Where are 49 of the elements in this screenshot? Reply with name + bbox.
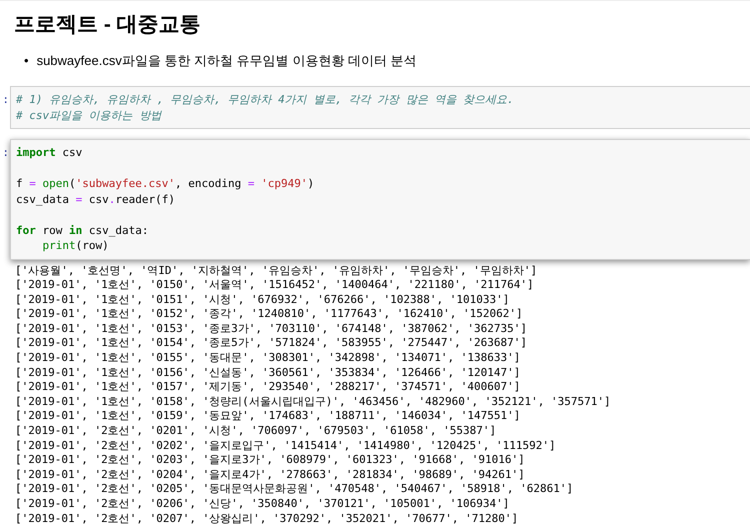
- code-text: (row): [76, 239, 109, 252]
- output-line: ['2019-01', '1호선', '0156', '신설동', '360561', '353834', '126466', '120147']: [15, 366, 522, 380]
- output-line: ['2019-01', '1호선', '0159', '동묘앞', '174683', '188711', '146034', '147551']: [15, 409, 522, 424]
- string-literal: 'subwayfee.csv': [76, 177, 175, 190]
- code-cell[interactable]: # 1) 유임승차, 유임하차 , 무임승차, 무임하차 4가지 별로, 각각 가장 많은 역을 찾으세요. # csv파일을 이용하는 방법: [10, 86, 750, 129]
- code-text: f: [16, 177, 24, 190]
- output-line: ['2019-01', '2호선', '0203', '을지로3가', '608979', '601323', '91668', '91016']: [15, 453, 526, 468]
- builtin-name: open: [42, 177, 69, 190]
- keyword: import: [16, 146, 56, 159]
- output-line: ['2019-01', '1호선', '0158', '청량리(서울시립대입구)', '463456', '482960', '352121', '357571']: [15, 394, 612, 410]
- output-line: ['2019-01', '2호선', '0201', '시청', '706097', '679503', '61058', '55387']: [15, 424, 498, 439]
- code-text: csv: [61, 146, 82, 159]
- output-line: ['2019-01', '1호선', '0154', '종로5가', '571824', '583955', '275447', '263687']: [15, 336, 528, 352]
- code-comment: # csv파일을 이용하는 방법: [16, 108, 162, 122]
- keyword: for: [16, 224, 36, 236]
- keyword: in: [69, 224, 82, 236]
- output-line: ['2019-01', '1호선', '0152', '종각', '1240810', '1177643', '162410', '152062']: [15, 307, 524, 322]
- output-line: ['2019-01', '2호선', '0207', '상왕십리', '370292', '352021', '70677', '71280']: [15, 512, 520, 526]
- output-line: ['2019-01', '1호선', '0153', '종로3가', '703110', '674148', '387062', '362735']: [15, 322, 528, 336]
- output-line: ['2019-01', '1호선', '0157', '제기동', '293540', '288217', '374571', '400607']: [15, 380, 522, 395]
- operator: =: [76, 192, 82, 206]
- code-text: (: [69, 177, 76, 190]
- code-text: row: [41, 224, 64, 236]
- code-text: csv_data: [16, 192, 70, 206]
- output-line: ['사용월', '호선명', '역ID', '지하철역', '유임승차', '유임하차', '무임승차', '무임하차']: [15, 264, 538, 278]
- output-line: ['2019-01', '2호선', '0205', '동대문역사문화공원', '470548', '540467', '58918', '62861']: [15, 482, 574, 497]
- operator: .: [108, 192, 116, 206]
- string-literal: 'cp949': [261, 177, 308, 190]
- code-text: , encoding: [174, 177, 242, 190]
- output-line: ['2019-01', '1호선', '0155', '동대문', '308301', '342898', '134071', '138633']: [15, 351, 522, 366]
- code-cell[interactable]: import csv f = open('subwayfee.csv', encoding = 'cp949') csv_data = csv.reader(f) for row in csv_data: print(row): [10, 139, 750, 260]
- bullet-text: subwayfee.csv파일을 통한 지하철 유무임별 이용현황 데이터 분석: [36, 52, 416, 70]
- code-text: ): [307, 177, 314, 190]
- notebook-heading: 프로젝트 - 대중교통: [14, 12, 202, 38]
- code-text: csv: [88, 192, 109, 206]
- bullet-marker: •: [24, 52, 29, 70]
- cell-prompt: :: [1, 92, 9, 108]
- cell-prompt: :: [1, 145, 9, 161]
- output-line: ['2019-01', '2호선', '0202', '을지로입구', '1415414', '1414980', '120425', '111592']: [15, 438, 557, 454]
- output-line: ['2019-01', '1호선', '0151', '시청', '676932', '676266', '102388', '101033']: [15, 292, 510, 308]
- operator: =: [29, 177, 37, 190]
- output-line: ['2019-01', '1호선', '0150', '서울역', '1516452', '1400464', '221180', '211764']: [15, 278, 535, 293]
- output-line: ['2019-01', '2호선', '0204', '을지로4가', '278663', '281834', '98689', '94261']: [15, 468, 526, 482]
- code-comment: # 1) 유임승차, 유임하차 , 무임승차, 무임하차 4가지 별로, 각각 가장 많은 역을 찾으세요.: [16, 93, 514, 106]
- code-text: csv_data:: [88, 224, 148, 236]
- code-text: reader(f): [115, 192, 175, 206]
- builtin-name: print: [42, 239, 76, 252]
- output-line: ['2019-01', '2호선', '0206', '신당', '350840', '370121', '105001', '106934']: [15, 497, 510, 512]
- operator: =: [248, 177, 256, 190]
